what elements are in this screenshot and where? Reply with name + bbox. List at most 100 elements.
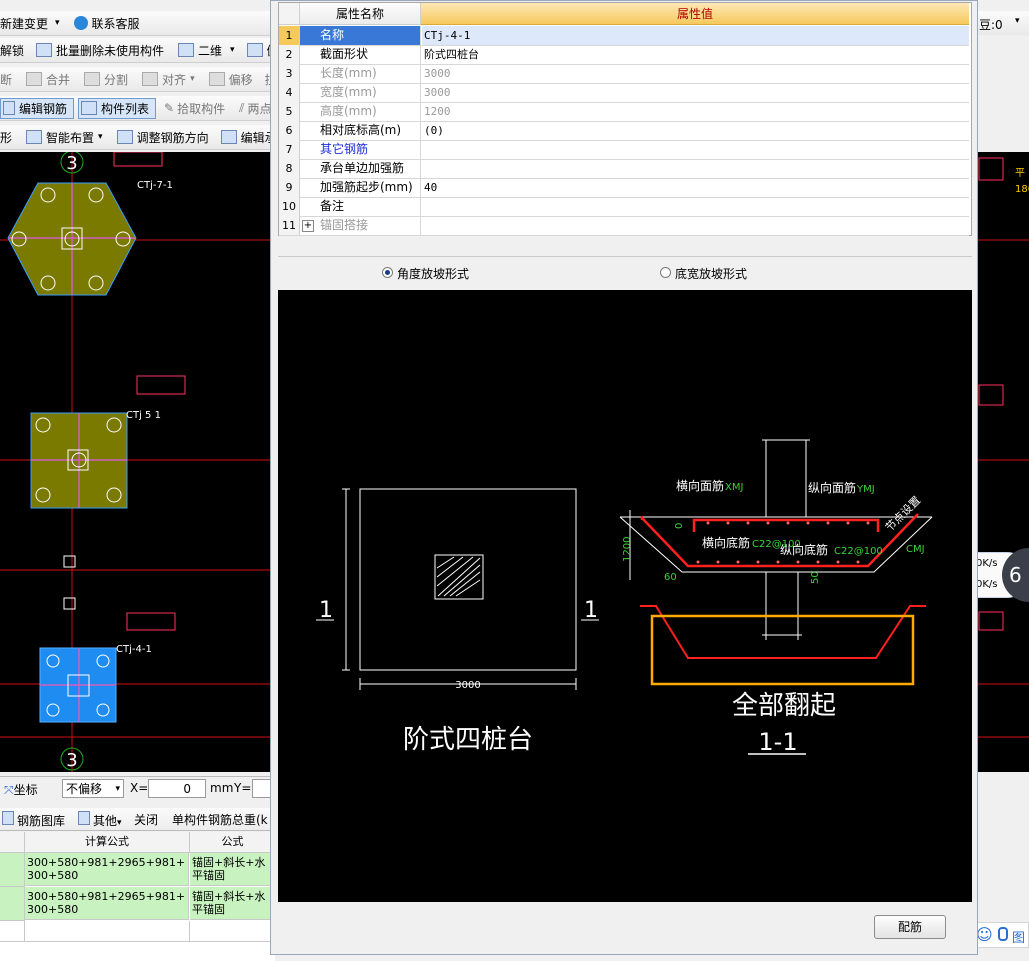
emoji-icon[interactable]: ☺ (976, 925, 993, 944)
table-row[interactable]: 3 长度(mm) 3000 (279, 64, 969, 84)
cad-canvas-left[interactable]: 3 3 CTj-7-1 CTj 5 1 CTj-4-1 (0, 152, 275, 772)
batch-delete-label: 批量删除未使用构件 (56, 43, 165, 58)
property-name: 高度(mm) (300, 102, 421, 121)
table-row[interactable]: 10 备注 (279, 197, 969, 217)
component-label: CTj-7-1 (137, 180, 173, 191)
new-change-button[interactable]: 新建变更 ▾ (0, 15, 64, 32)
table-row-indicator[interactable] (0, 887, 25, 921)
property-value-input[interactable]: 1200 (422, 102, 969, 121)
property-value-input[interactable]: 3000 (422, 64, 969, 83)
property-value-input[interactable] (422, 197, 969, 216)
dropdown-arrow-icon[interactable]: ▾ (1015, 16, 1020, 26)
close-grid-button[interactable]: 关闭 (134, 811, 158, 828)
other-icon (78, 811, 90, 825)
axis-label: 3 (66, 750, 77, 771)
row-number: 5 (279, 102, 300, 121)
x-input-value: 0 (183, 782, 191, 796)
property-name-text: 锚固搭接 (320, 218, 369, 232)
table-cell-desc[interactable]: 锚固+斜长+水平锚固 (190, 853, 275, 886)
property-value-input[interactable] (422, 159, 969, 178)
table-row[interactable]: 6 相对底标高(m) (0) (279, 121, 969, 141)
align-dropdown[interactable]: 对齐 ▾ (142, 71, 199, 88)
rebar-library-button[interactable]: 钢筋图库 (2, 811, 65, 829)
property-value-input[interactable] (422, 216, 969, 235)
section-name: 1-1 (758, 728, 797, 756)
table-row[interactable]: 9 加强筋起步(mm) 40 (279, 178, 969, 198)
plan-outline (359, 488, 577, 671)
table-row[interactable]: 1 名称 CTj-4-1 (279, 26, 969, 46)
split-label: 分割 (104, 72, 129, 87)
component-list-icon (81, 101, 98, 115)
adjust-rebar-direction-button[interactable]: 调整钢筋方向 (116, 129, 213, 146)
edit-pilecap-button[interactable]: 编辑承台 (220, 129, 275, 146)
split-icon (84, 72, 101, 86)
property-value-input[interactable]: 3000 (422, 83, 969, 102)
contact-support-button[interactable]: 联系客服 (73, 15, 144, 32)
rebar-code: XMJ (725, 482, 743, 493)
offset-select[interactable]: 不偏移 ▾ (62, 779, 124, 798)
component-list-button[interactable]: 构件列表 (78, 97, 157, 119)
offset-button[interactable]: 偏移 (208, 71, 257, 88)
table-cell-formula[interactable]: 300+580+981+2965+981+300+580 (25, 887, 189, 920)
edit-rebar-button[interactable]: 编辑钢筋 (0, 97, 75, 119)
merge-button[interactable]: 合并 (26, 71, 74, 88)
other-dropdown[interactable]: 其他▾ (78, 811, 122, 829)
shape-button[interactable]: 形 (0, 129, 16, 146)
property-name: 加强筋起步(mm) (300, 178, 421, 197)
property-value-input[interactable]: CTj-4-1 (422, 26, 969, 45)
property-value-input[interactable]: 40 (422, 178, 969, 197)
batch-delete-button[interactable]: 批量删除未使用构件 (36, 42, 168, 59)
smart-layout-dropdown[interactable]: 智能布置 ▾ (26, 129, 107, 146)
row-number: 10 (279, 197, 300, 216)
row-number: 7 (279, 140, 300, 159)
rebar-library-label: 钢筋图库 (17, 814, 66, 828)
cad-drawing-left: 3 3 CTj-7-1 CTj 5 1 CTj-4-1 (0, 152, 275, 772)
coordinate-toggle[interactable]: ⤧坐标 (4, 781, 38, 798)
angle-label: 60 (664, 572, 677, 583)
property-value-input[interactable]: 阶式四桩台 (422, 45, 969, 64)
table-cell-desc[interactable]: 锚固+斜长+水平锚固 (190, 887, 275, 920)
ime-toolbar[interactable]: S 中 °, ☺ 图 (975, 922, 1029, 948)
pick-icon: ✎ (164, 101, 175, 115)
merge-icon (26, 72, 43, 86)
x-input[interactable]: 0 (148, 779, 206, 798)
component-list-label: 构件列表 (101, 101, 150, 116)
edit-rebar-icon (3, 101, 15, 115)
cad-canvas-right[interactable]: 平 180 (975, 152, 1029, 772)
table-cell-formula[interactable]: 300+580+981+2965+981+300+580 (25, 853, 189, 886)
radio-unselected-icon (660, 267, 671, 278)
unlock-button[interactable]: 解锁 (0, 42, 28, 59)
table-row-indicator[interactable] (0, 853, 25, 887)
left-app-window: 新建变更▾ 联系客服 解锁 批量删除未使用构件 二维▾ 俯视 断 合并 分割 对… (0, 0, 275, 961)
view-2d-label: 二维 (198, 43, 223, 58)
view-2d-dropdown[interactable]: 二维 ▾ (178, 42, 239, 59)
top-view-icon (246, 43, 263, 57)
property-value-input[interactable] (422, 140, 969, 159)
annotation-box (126, 612, 176, 631)
config-rebar-button[interactable]: 配筋 (874, 915, 946, 939)
table-row[interactable]: 7 其它钢筋 (279, 140, 969, 160)
ime-extra-icon[interactable]: 图 (1012, 927, 1025, 946)
break-button[interactable]: 断 (0, 71, 16, 88)
property-name: 名称 (300, 26, 421, 45)
merge-label: 合并 (46, 72, 71, 87)
table-row[interactable]: 5 高度(mm) 1200 (279, 102, 969, 122)
offset-label: 偏移 (228, 72, 253, 87)
mic-icon[interactable] (998, 927, 1008, 941)
pick-component-button[interactable]: ✎ 拾取构件 (164, 100, 229, 117)
expand-icon[interactable]: + (302, 220, 314, 232)
split-button[interactable]: 分割 (84, 71, 132, 88)
property-value-input[interactable]: (0) (422, 121, 969, 140)
rebar-code: C22@100 (834, 546, 883, 557)
table-row[interactable]: 11 + 锚固搭接 (279, 216, 969, 236)
align-label: 对齐 (162, 72, 187, 87)
table-row[interactable]: 2 截面形状 阶式四桩台 (279, 45, 969, 65)
break-label: 断 (0, 72, 13, 87)
radio-angle-slope-label: 角度放坡形式 (397, 267, 470, 281)
table-row[interactable]: 4 宽度(mm) 3000 (279, 83, 969, 103)
table-row[interactable]: 8 承台单边加强筋 (279, 159, 969, 179)
property-name: 相对底标高(m) (300, 121, 421, 140)
cad-drawing-right: 平 180 (975, 157, 1029, 738)
single-component-weight-button[interactable]: 单构件钢筋总重(k (172, 811, 268, 828)
property-name: 承台单边加强筋 (300, 159, 421, 178)
